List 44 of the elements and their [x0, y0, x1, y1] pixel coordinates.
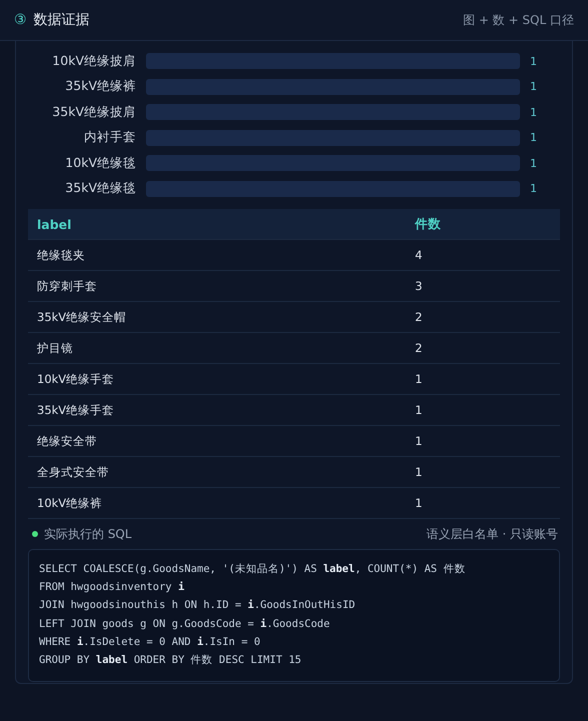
table-cell: 1 — [415, 496, 422, 510]
table-cell-text: 10kV绝缘裤 — [37, 496, 104, 510]
table-cell-text: 10kV绝缘手套 — [37, 372, 116, 386]
section-title: 数据证据 — [34, 11, 90, 29]
code-line: SELECT COALESCE(g.GoodsName, '(未知品名)') AS label, COUNT(*) AS 件数 — [39, 562, 466, 577]
table-cell-text: 全身式安全带 — [37, 464, 110, 480]
bar-value: 1 — [530, 54, 537, 68]
table-cell-text: 绝缘毯夹 — [37, 248, 86, 262]
bar-label: 35kV绝缘裤 — [64, 78, 136, 96]
code-line: JOIN hwgoodsinouthis h ON h.ID = i.GoodsInOutHisID — [39, 598, 356, 614]
bar-label: 10kV绝缘披肩 — [51, 52, 136, 70]
code-line: FROM hwgoodsinventory i — [39, 580, 186, 596]
status-dot-icon — [32, 531, 38, 537]
table-cell: 1 — [415, 372, 422, 386]
bar-label: 35kV绝缘披肩 — [51, 104, 136, 121]
bar-value: 1 — [530, 131, 537, 144]
bar-label: 10kV绝缘毯 — [64, 154, 136, 172]
sql-title: 实际执行的 SQL — [44, 526, 132, 542]
table-cell-text: 防穿刺手套 — [37, 278, 98, 294]
table-cell: 1 — [415, 403, 422, 417]
table-cell: 1 — [415, 465, 422, 479]
code-line: LEFT JOIN goods g ON g.GoodsCode = i.GoodsCode — [39, 616, 331, 632]
table-cell: 4 — [415, 248, 422, 262]
table-cell: 3 — [415, 279, 422, 293]
table-cell-text: 绝缘安全带 — [37, 434, 98, 448]
section-subtitle: 图 + 数 + SQL 口径 — [463, 12, 574, 28]
table-cell-text: 35kV绝缘手套 — [37, 402, 116, 418]
table-cell: 2 — [415, 341, 422, 355]
bar-value: 1 — [530, 182, 537, 196]
bar-value: 1 — [530, 156, 537, 170]
column-header: 件数 — [415, 216, 441, 232]
code-line: WHERE i.IsDelete = 0 AND i.IsIn = 0 — [39, 634, 262, 650]
bar-label: 35kV绝缘毯 — [64, 180, 136, 198]
column-header: label — [37, 216, 72, 232]
table-cell: 1 — [415, 434, 422, 448]
step-number: ③ — [14, 12, 27, 28]
table-cell-text: 护目镜 — [37, 340, 74, 356]
bar-value: 1 — [530, 106, 537, 119]
table-cell-text: 35kV绝缘安全帽 — [37, 310, 128, 324]
bar-value: 1 — [530, 80, 537, 94]
sql-note: 语义层白名单 · 只读账号 — [426, 526, 558, 542]
table-cell: 2 — [415, 310, 422, 324]
code-line: GROUP BY label ORDER BY 件数 DESC LIMIT 15 — [39, 653, 302, 668]
bar-label: 内衬手套 — [83, 129, 136, 146]
